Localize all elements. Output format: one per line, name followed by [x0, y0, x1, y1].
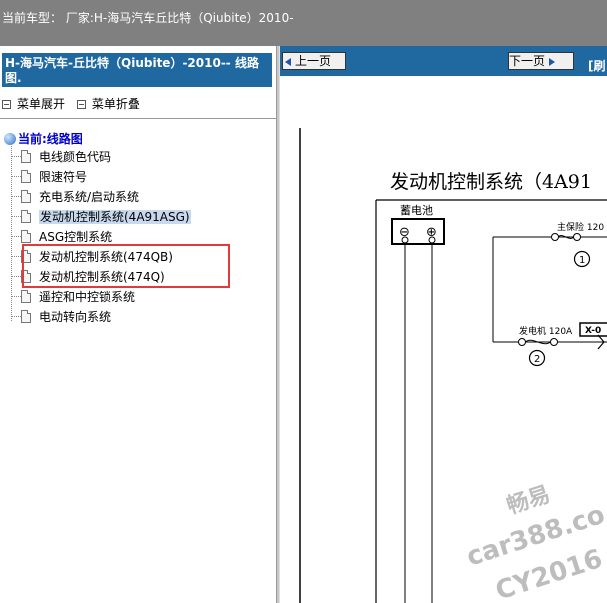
tree-item-label[interactable]: 电线颜色代码 — [39, 150, 111, 164]
menu-controls: 菜单展开 菜单折叠 — [2, 95, 148, 112]
arrow-left-icon — [285, 57, 291, 66]
prev-page-label: 上一页 — [295, 54, 332, 68]
diagram-title: 发动机控制系统（4A91 — [390, 171, 592, 193]
document-icon — [21, 190, 31, 203]
tree-item[interactable]: 充电系统/启动系统 — [11, 188, 139, 206]
expand-icon[interactable] — [2, 100, 11, 109]
document-icon — [21, 150, 31, 163]
battery-label: 蓄电池 — [400, 204, 433, 217]
tree-item-label[interactable]: 遥控和中控锁系统 — [39, 290, 135, 304]
tree-root-label[interactable]: 当前:线路图 — [18, 132, 83, 146]
page-navigation-bar: 上一页 下一页 [刷 — [280, 46, 607, 76]
next-page-label: 下一页 — [509, 54, 546, 68]
top-info-bar: 当前车型： 厂家:H-海马汽车丘比特（Qiubite）2010- — [0, 0, 607, 46]
arrow-right-icon — [549, 57, 556, 66]
fuse-2-number: 2 — [534, 354, 540, 365]
refresh-link[interactable]: [刷 — [588, 57, 606, 74]
main-fuse-label: 主保险 120 — [557, 221, 604, 233]
next-page-button[interactable]: 下一页 — [508, 52, 574, 70]
tree-item-label[interactable]: ASG控制系统 — [39, 230, 112, 244]
document-icon — [21, 210, 31, 223]
document-icon — [21, 310, 31, 323]
vehicle-info-text: 当前车型： 厂家:H-海马汽车丘比特（Qiubite）2010- — [2, 9, 294, 26]
manufacturer-text: 厂家:H-海马汽车丘比特（Qiubite）2010- — [65, 11, 294, 25]
menu-collapse-link[interactable]: 菜单折叠 — [92, 97, 140, 111]
tree-item-label[interactable]: 发动机控制系统(4A91ASG) — [39, 210, 191, 224]
menu-expand-link[interactable]: 菜单展开 — [17, 97, 65, 111]
document-icon — [21, 170, 31, 183]
wiring-diagram-view: 发动机控制系统（4A91 蓄电池 ⊖ ⊕ 主保险 120 1 发电机 120A … — [280, 76, 607, 603]
tree-item-label[interactable]: 限速符号 — [39, 170, 87, 184]
tree-item[interactable]: 电线颜色代码 — [11, 148, 111, 166]
tree-item[interactable]: 电动转向系统 — [11, 308, 111, 326]
tree-item-label[interactable]: 电动转向系统 — [39, 310, 111, 324]
prev-page-button[interactable]: 上一页 — [282, 52, 346, 70]
document-icon — [21, 290, 31, 303]
tree-root[interactable]: 当前:线路图 — [4, 130, 83, 147]
tree-item[interactable]: 限速符号 — [11, 168, 87, 186]
connector-label: X-0 — [585, 326, 601, 336]
fuse-1-number: 1 — [579, 255, 585, 266]
alternator-label: 发电机 120A — [519, 325, 573, 337]
document-icon — [21, 230, 31, 243]
highlight-annotation-box — [22, 244, 230, 288]
tree-item-label[interactable]: 充电系统/启动系统 — [39, 190, 139, 204]
divider — [0, 118, 276, 119]
tree-item[interactable]: 遥控和中控锁系统 — [11, 288, 135, 306]
left-panel-title: H-海马汽车-丘比特（Qiubite）-2010-- 线路图. — [2, 53, 272, 87]
globe-icon — [4, 133, 16, 145]
tree-item-selected[interactable]: 发动机控制系统(4A91ASG) — [11, 208, 191, 226]
collapse-icon[interactable] — [76, 100, 86, 109]
left-navigation-panel: H-海马汽车-丘比特（Qiubite）-2010-- 线路图. 菜单展开 菜单折… — [0, 46, 276, 603]
current-model-label: 当前车型： — [2, 11, 63, 25]
